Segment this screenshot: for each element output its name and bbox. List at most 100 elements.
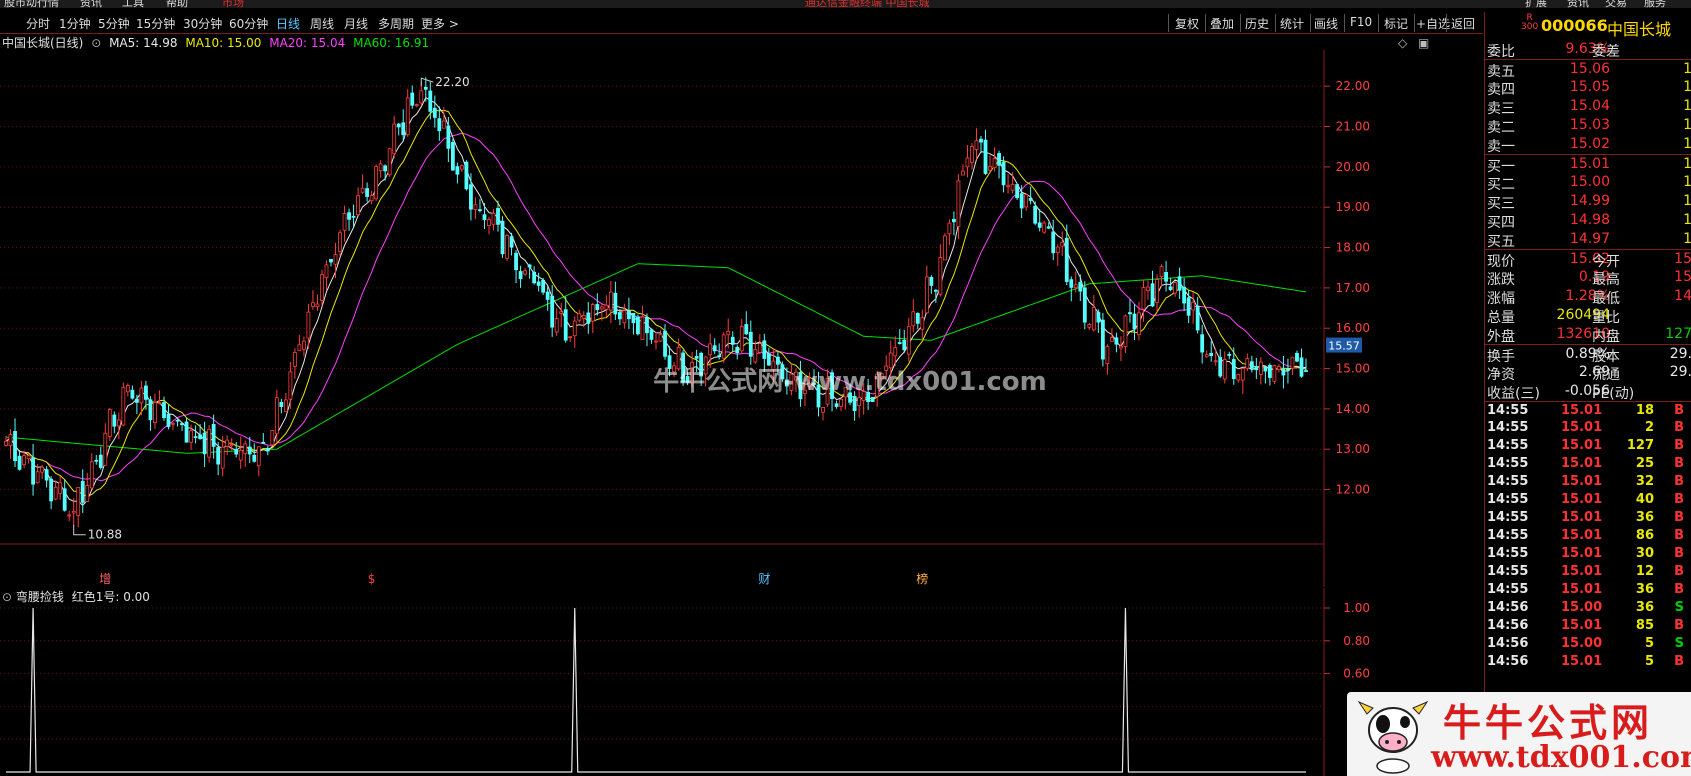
f10-button[interactable]: F10 (1350, 15, 1372, 29)
menu-item-service[interactable]: 服务 (1644, 0, 1666, 8)
menu-item-market[interactable]: 股市动行情 (4, 0, 59, 8)
stats-button[interactable]: 统计 (1280, 15, 1304, 32)
candle-body (1182, 286, 1187, 304)
period-5min[interactable]: 5分钟 (98, 15, 130, 32)
low-marker (73, 524, 86, 536)
candle (148, 396, 153, 431)
candle-body (184, 421, 189, 443)
candle-body (378, 163, 383, 172)
tick-row: 14:56 15.01 5 B (1485, 653, 1691, 671)
candle (107, 407, 112, 441)
candle (1231, 347, 1236, 385)
candle-body (1290, 356, 1295, 369)
period-multi[interactable]: 多周期 (378, 15, 414, 32)
candle-body (712, 345, 717, 352)
indicator-chart[interactable]: 1.00 0.80 0.60 (0, 588, 1484, 776)
period-15min[interactable]: 15分钟 (136, 15, 175, 32)
candle-body (432, 107, 437, 118)
period-more[interactable]: 更多 > (421, 15, 459, 32)
period-monthly[interactable]: 月线 (344, 15, 368, 32)
menu-item-info[interactable]: 资讯 (1567, 0, 1589, 8)
candle (67, 510, 72, 522)
candle-body (1155, 279, 1159, 303)
candle-body (261, 441, 266, 444)
candle (347, 208, 351, 231)
period-timeshare[interactable]: 分时 (26, 15, 50, 32)
overlay-button[interactable]: 叠加 (1210, 15, 1234, 32)
draw-line-button[interactable]: 画线 (1314, 15, 1338, 32)
candle (184, 417, 189, 443)
ask-price: 15.05 (1569, 79, 1610, 95)
menu-item-help[interactable]: 帮助 (166, 0, 188, 8)
candle (324, 260, 329, 291)
tick-price: 15.01 (1561, 546, 1603, 561)
tick-time: 14:55 (1487, 546, 1529, 561)
candle-body (423, 86, 428, 90)
candle (243, 440, 248, 467)
candle-body (80, 480, 85, 503)
back-button[interactable]: 返回 (1451, 15, 1475, 32)
tick-time: 14:55 (1487, 510, 1529, 525)
candle (202, 421, 207, 467)
candle (193, 425, 198, 444)
maximize-icon[interactable]: ▣ (1418, 36, 1429, 50)
menu-market-tab[interactable]: 市场 (222, 0, 244, 8)
adjust-button[interactable]: 复权 (1175, 15, 1199, 32)
period-30min[interactable]: 30分钟 (183, 15, 222, 32)
candle-body (775, 356, 780, 365)
tick-row: 14:56 15.01 85 B (1485, 617, 1691, 635)
candle-body (67, 514, 72, 517)
candle-body (1240, 368, 1245, 381)
candle-body (324, 264, 329, 279)
candle (636, 314, 640, 336)
candle-body (608, 291, 613, 311)
diamond-icon[interactable]: ◇ (1398, 36, 1407, 50)
candle (491, 208, 496, 231)
weibi-row: 委比 9.63% 委差 (1485, 40, 1691, 60)
candle (320, 269, 324, 306)
candle (983, 129, 988, 176)
candle (735, 345, 740, 360)
candle (1015, 184, 1020, 201)
ask-price: 15.06 (1569, 61, 1610, 77)
candle (554, 308, 559, 336)
mark-button[interactable]: 标记 (1384, 15, 1408, 32)
candle-body (1046, 226, 1051, 229)
tick-price: 15.01 (1561, 528, 1603, 543)
menu-item-ext[interactable]: 扩展 (1525, 0, 1547, 8)
collapse-icon[interactable]: ⊙ (91, 36, 101, 50)
menu-item-tools[interactable]: 工具 (122, 0, 144, 8)
candle-body (153, 402, 157, 424)
candle (329, 258, 333, 267)
menu-item-news[interactable]: 资讯 (80, 0, 102, 8)
current-price-label: 15.57 (1328, 340, 1360, 353)
low-label: 10.88 (88, 528, 122, 542)
period-daily[interactable]: 日线 (276, 15, 300, 32)
candle (1164, 261, 1168, 292)
candle-body (1295, 352, 1299, 362)
candle (1051, 219, 1056, 261)
add-watchlist-button[interactable]: +自选 (1416, 15, 1450, 32)
ask-row: 卖五15.061 (1485, 59, 1691, 80)
period-1min[interactable]: 1分钟 (59, 15, 91, 32)
bid-volume: 1 (1683, 231, 1691, 247)
candle-body (541, 279, 546, 293)
candle-body (374, 166, 379, 200)
kline-chart[interactable]: 22.00 21.00 20.00 19.00 18.00 17.00 16.00 15.00… (0, 50, 1484, 587)
candle-body (1119, 345, 1123, 349)
candle-body (496, 208, 500, 225)
candle-body (1091, 307, 1096, 331)
candle (292, 348, 297, 379)
ask-row: 卖四 15.05 1 (1485, 78, 1691, 98)
menu-item-trade[interactable]: 交易 (1605, 0, 1627, 8)
candle-body (1082, 287, 1087, 323)
period-60min[interactable]: 60分钟 (229, 15, 268, 32)
candle-body (31, 457, 35, 485)
history-button[interactable]: 历史 (1245, 15, 1269, 32)
ma5-line (5, 96, 1307, 507)
period-weekly[interactable]: 周线 (310, 15, 334, 32)
candle-body (279, 401, 284, 408)
chart-title: 中国长城(日线) (2, 36, 84, 50)
candle-body (283, 399, 288, 412)
candle (1304, 358, 1308, 372)
